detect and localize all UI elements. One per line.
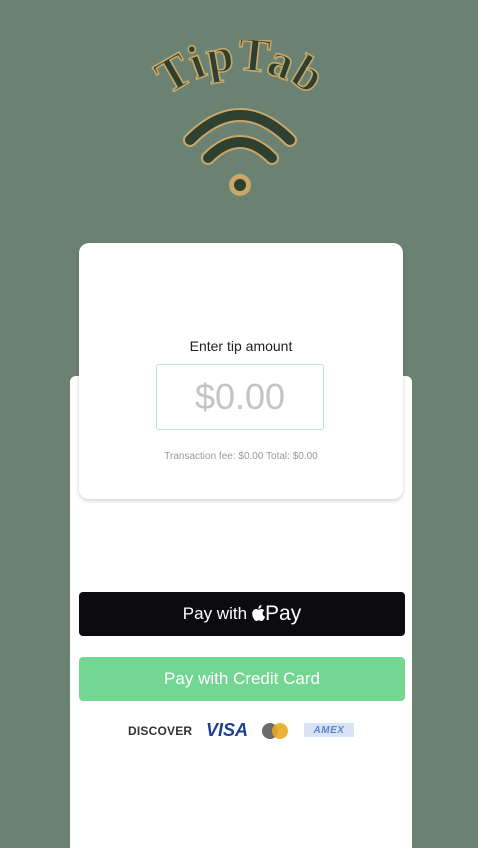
discover-label: DISCOVER: [128, 724, 193, 738]
card-brand-logos: DISCOVER VISA AMEX: [128, 718, 358, 742]
visa-logo: VISA: [206, 720, 249, 740]
tip-label: Enter tip amount: [189, 338, 293, 354]
discover-logo: DISCOVER: [128, 724, 192, 738]
apple-pay-button[interactable]: Pay with Pay: [79, 592, 405, 636]
apple-pay-mark: Pay: [252, 602, 301, 626]
tiptab-logo: TipTab: [130, 26, 350, 210]
credit-card-button[interactable]: Pay with Credit Card: [79, 657, 405, 701]
apple-icon: [252, 605, 266, 621]
fee-total-text: Transaction fee: $0.00 Total: $0.00: [164, 451, 318, 462]
tip-card: Enter tip amount Transaction fee: $0.00 …: [79, 243, 403, 499]
tip-amount-field[interactable]: [156, 364, 324, 430]
apple-pay-brand: Pay: [265, 602, 302, 625]
amex-logo: AMEX: [304, 723, 354, 737]
apple-pay-prefix: Pay with: [182, 604, 248, 623]
logo-text: TipTab: [146, 26, 334, 105]
tip-amount-input[interactable]: [157, 375, 323, 419]
svg-text:TipTab: TipTab: [147, 40, 334, 105]
mastercard-icon: [262, 723, 288, 739]
